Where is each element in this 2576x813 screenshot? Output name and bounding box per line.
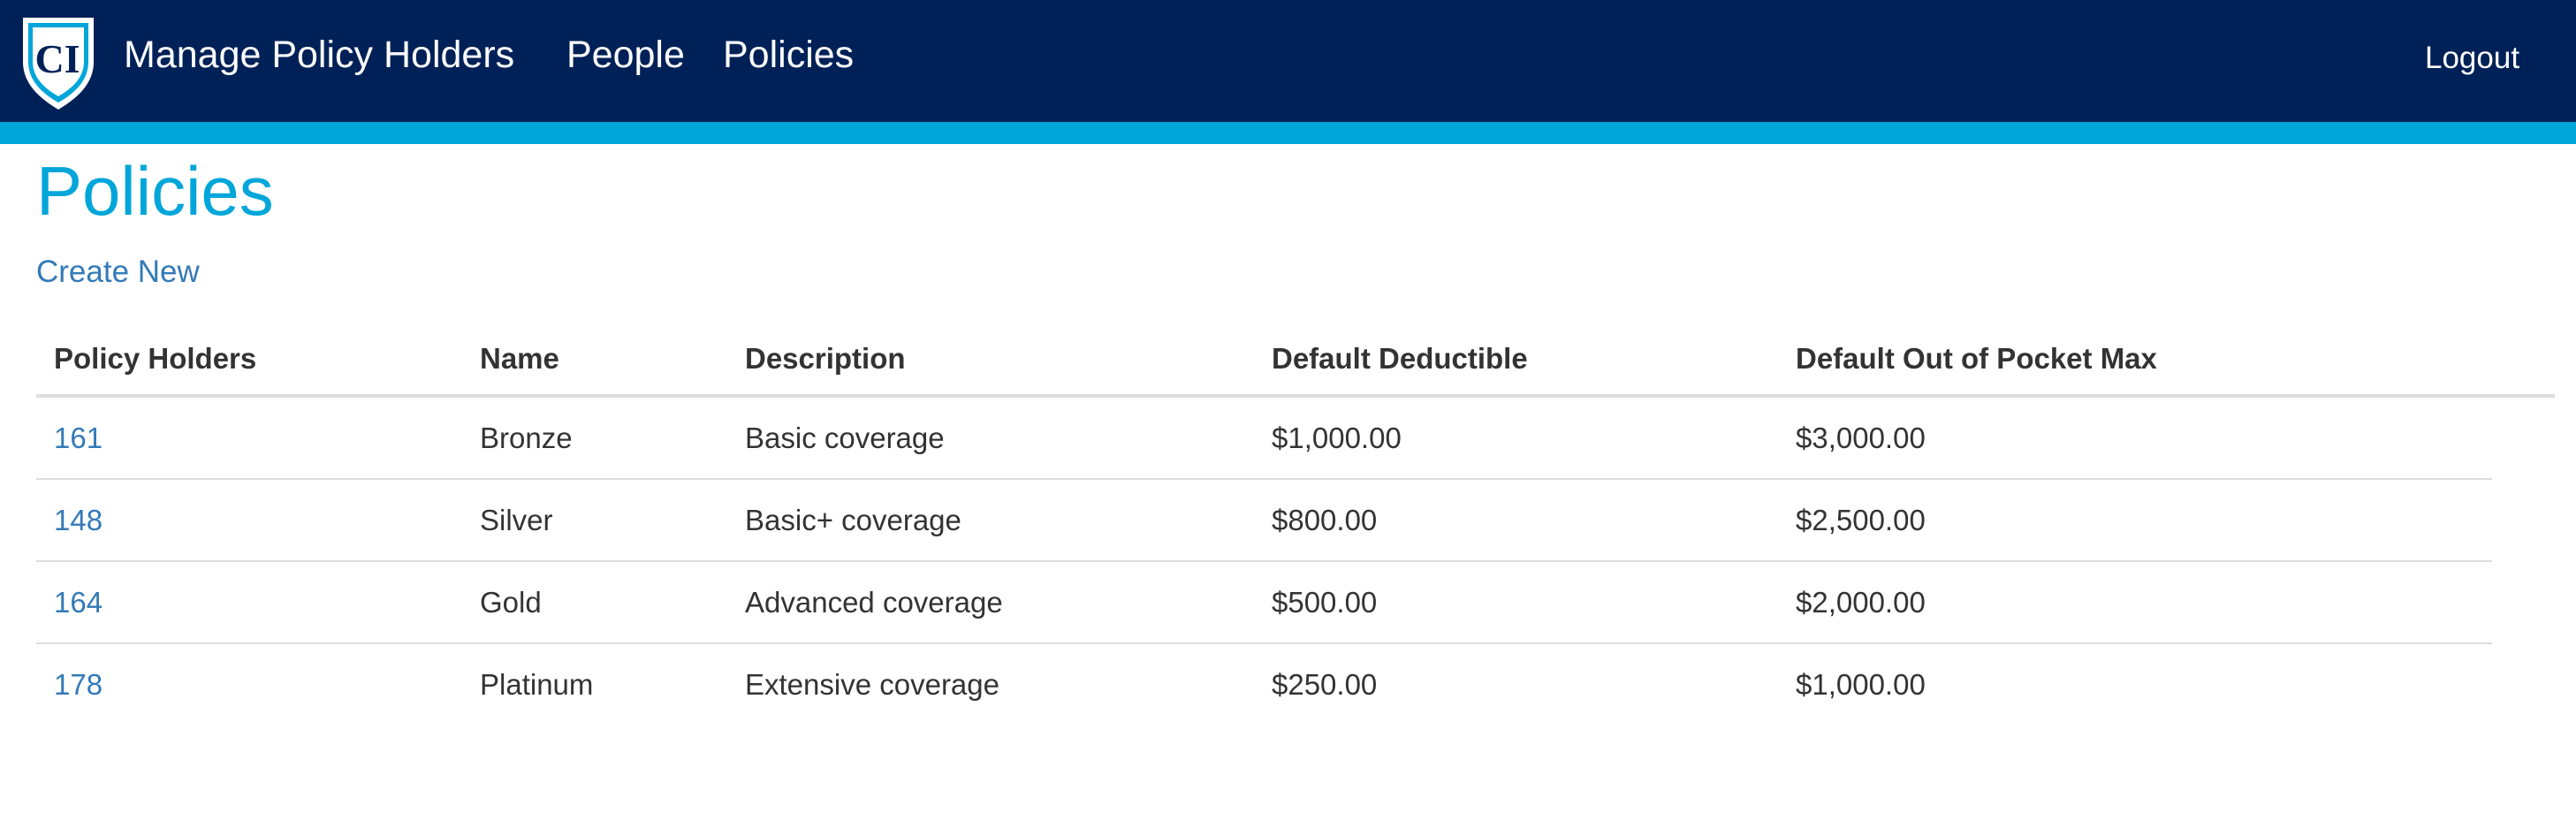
table-row: 148 Silver Basic+ coverage $800.00 $2,50… — [36, 480, 2492, 562]
nav-people-link[interactable]: People — [566, 31, 685, 79]
column-header-default-out-of-pocket-max: Default Out of Pocket Max — [1796, 342, 2157, 375]
column-header-description: Description — [745, 342, 906, 375]
create-new-link[interactable]: Create New — [36, 253, 200, 292]
policy-description-cell: Basic coverage — [745, 422, 945, 454]
default-deductible-cell: $500.00 — [1272, 586, 1378, 619]
table-row: 178 Platinum Extensive coverage $250.00 … — [36, 644, 2492, 726]
default-deductible-cell: $250.00 — [1272, 668, 1378, 701]
policy-holders-count-link[interactable]: 178 — [54, 665, 103, 704]
navbar-accent-stripe — [0, 122, 2576, 144]
out-of-pocket-max-cell: $2,500.00 — [1796, 504, 1926, 536]
policy-name-cell: Silver — [480, 504, 553, 536]
table-header-row: Policy Holders Name Description Default … — [36, 329, 2555, 398]
logo-text: CI — [34, 36, 80, 81]
policy-name-cell: Gold — [480, 586, 542, 619]
logo-shield-icon[interactable]: CI — [18, 11, 99, 111]
policy-description-cell: Advanced coverage — [745, 586, 1003, 619]
logout-link[interactable]: Logout — [2425, 39, 2519, 78]
top-navbar: CI Manage Policy Holders People Policies… — [0, 0, 2576, 122]
column-header-default-deductible: Default Deductible — [1272, 342, 1528, 375]
policy-description-cell: Extensive coverage — [745, 668, 999, 701]
out-of-pocket-max-cell: $2,000.00 — [1796, 586, 1926, 619]
column-header-policy-holders: Policy Holders — [54, 342, 257, 375]
nav-policies-link[interactable]: Policies — [723, 31, 854, 79]
policy-name-cell: Bronze — [480, 422, 573, 454]
out-of-pocket-max-cell: $3,000.00 — [1796, 422, 1926, 454]
policy-description-cell: Basic+ coverage — [745, 504, 961, 536]
policy-holders-count-link[interactable]: 164 — [54, 583, 103, 622]
table-row: 164 Gold Advanced coverage $500.00 $2,00… — [36, 562, 2492, 644]
column-header-name: Name — [480, 342, 559, 375]
page-title: Policies — [36, 152, 274, 230]
out-of-pocket-max-cell: $1,000.00 — [1796, 668, 1926, 701]
policy-holders-count-link[interactable]: 148 — [54, 501, 103, 540]
default-deductible-cell: $800.00 — [1272, 504, 1378, 536]
nav-brand-link[interactable]: Manage Policy Holders — [124, 31, 514, 79]
default-deductible-cell: $1,000.00 — [1272, 422, 1402, 454]
table-row: 161 Bronze Basic coverage $1,000.00 $3,0… — [36, 398, 2492, 480]
policies-table: Policy Holders Name Description Default … — [36, 329, 2555, 726]
policy-name-cell: Platinum — [480, 668, 594, 701]
policy-holders-count-link[interactable]: 161 — [54, 419, 103, 458]
